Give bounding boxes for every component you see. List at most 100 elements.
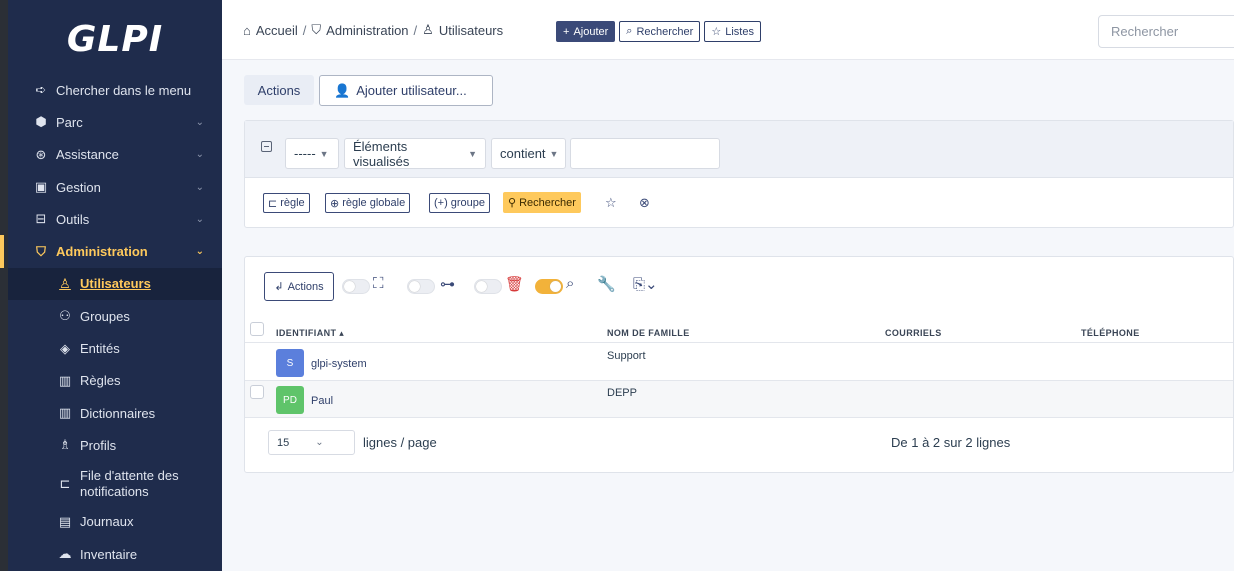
sidebar-subitem-groupes[interactable]: ⚇ Groupes: [8, 300, 222, 332]
criterion-value-input[interactable]: [570, 138, 720, 169]
wrench-icon[interactable]: 🔧: [597, 275, 616, 293]
link-value: -----: [294, 146, 316, 161]
sidebar-item-label: Profils: [80, 437, 117, 453]
sidebar-subitem-journaux[interactable]: ▤ Journaux: [8, 506, 222, 538]
column-header-lastname[interactable]: NOM DE FAMILLE: [607, 328, 690, 338]
criterion-field-select[interactable]: Éléments visualisés ▼: [344, 138, 486, 169]
map-icon: ⛶: [373, 275, 384, 292]
sidebar-item-label: Administration: [56, 244, 148, 260]
users-icon: ⚇: [59, 308, 71, 324]
user-check-icon: ♗: [59, 437, 71, 453]
operator-value: contient: [500, 146, 546, 161]
sidebar-subitem-notification-queue[interactable]: ⊏ File d'attente des notifications: [8, 462, 222, 506]
add-user-button[interactable]: 👤 Ajouter utilisateur...: [319, 75, 493, 106]
trash-icon: 🗑: [505, 276, 525, 293]
sidebar-item-search-menu[interactable]: ➪ Chercher dans le menu: [8, 74, 222, 106]
breadcrumb-users[interactable]: Utilisateurs: [439, 23, 503, 38]
table-row: PD Paul DEPP: [245, 381, 1233, 418]
global-search-input[interactable]: Rechercher: [1098, 15, 1234, 48]
column-header-phone[interactable]: TÉLÉPHONE: [1081, 328, 1140, 338]
lists-button[interactable]: ☆ Listes: [704, 21, 761, 42]
add-group-button[interactable]: (+) groupe: [429, 193, 491, 213]
sidebar-item-label: Règles: [80, 373, 121, 389]
sidebar-subitem-profils[interactable]: ♗ Profils: [8, 429, 222, 461]
reset-search-icon[interactable]: ⊗: [639, 195, 650, 211]
sidebar-subitem-inventaire[interactable]: ☁ Inventaire: [8, 538, 222, 570]
shield-icon: ⛉: [311, 22, 322, 37]
sidebar-menu: ➪ Chercher dans le menu ⬢ Parc ⌄ ⊛ Assis…: [0, 74, 222, 570]
row-checkbox[interactable]: [250, 385, 264, 399]
select-all-checkbox[interactable]: [250, 322, 264, 336]
rule-label: règle: [280, 197, 305, 209]
briefcase-icon: ⊟: [35, 211, 47, 227]
sidebar-item-assistance[interactable]: ⊛ Assistance ⌄: [8, 139, 222, 171]
news-icon: ▤: [58, 513, 72, 529]
breadcrumb-separator: /: [413, 22, 418, 38]
search-criteria-panel: ----- ▼ Éléments visualisés ▼ contient ▼…: [244, 120, 1234, 228]
chevron-down-icon: ⌄: [195, 116, 204, 128]
sidebar-item-parc[interactable]: ⬢ Parc ⌄: [8, 106, 222, 138]
actions-tab[interactable]: Actions: [244, 75, 314, 105]
sidebar-item-gestion[interactable]: ▣ Gestion ⌄: [8, 171, 222, 203]
chevron-down-icon: ⌄: [315, 437, 324, 448]
search-icon: ⌕: [566, 275, 575, 292]
sidebar-edge: [0, 0, 8, 571]
sidebar-item-label: Entités: [80, 341, 120, 357]
sidebar-subitem-entites[interactable]: ◈ Entités: [8, 332, 222, 364]
glpi-logo[interactable]: GLPI: [8, 0, 222, 78]
criterion-link-select[interactable]: ----- ▼: [285, 138, 339, 169]
plus-circle-icon: ⊕: [330, 197, 340, 210]
add-button[interactable]: + Ajouter: [556, 21, 616, 42]
wallet-icon: ▣: [34, 179, 48, 195]
sidebar-item-outils[interactable]: ⊟ Outils ⌄: [8, 203, 222, 235]
sidebar-subitem-dictionnaires[interactable]: ▥ Dictionnaires: [8, 397, 222, 429]
user-login-link[interactable]: Paul: [311, 395, 333, 407]
tree-icon: ⊶: [440, 276, 455, 293]
caret-down-icon: ▼: [549, 148, 559, 159]
arrow-right-icon: ➪: [35, 82, 47, 98]
user-login-link[interactable]: glpi-system: [311, 358, 367, 370]
sidebar-item-label: Assistance: [56, 147, 119, 163]
package-icon: ⬢: [35, 114, 47, 130]
plus-icon: +: [563, 25, 570, 38]
per-page-label: lignes / page: [363, 435, 437, 450]
toggle-trash[interactable]: [474, 279, 502, 294]
sidebar-item-label: Chercher dans le menu: [56, 82, 192, 98]
submit-search-button[interactable]: ⚲ Rechercher: [503, 192, 581, 213]
remove-criterion-icon[interactable]: [261, 141, 272, 152]
search-icon: ⌕: [626, 25, 633, 37]
book-icon: ▥: [58, 372, 72, 388]
sidebar-item-administration[interactable]: ⛉ Administration ⌄: [0, 235, 222, 269]
toggle-tree[interactable]: [407, 279, 435, 294]
massive-actions-button[interactable]: ↲ Actions: [264, 272, 334, 301]
export-file-icon[interactable]: ⎘⌄: [633, 275, 658, 293]
chevron-down-icon: ⌄: [195, 246, 204, 258]
toggle-map[interactable]: [342, 279, 370, 294]
breadcrumb-administration[interactable]: Administration: [326, 23, 408, 38]
star-icon: ☆: [711, 26, 722, 38]
caret-down-icon: ▼: [468, 148, 477, 159]
page-size-value: 15: [277, 436, 290, 449]
sidebar-subitem-regles[interactable]: ▥ Règles: [8, 365, 222, 397]
search-button[interactable]: ⌕ Rechercher: [619, 21, 701, 42]
column-header-login[interactable]: IDENTIFIANT ▴: [276, 328, 344, 339]
criterion-operator-select[interactable]: contient ▼: [491, 138, 566, 169]
lifebuoy-icon: ⊛: [35, 146, 47, 162]
breadcrumb-home[interactable]: Accueil: [256, 23, 298, 38]
column-header-emails[interactable]: COURRIELS: [885, 328, 942, 338]
criteria-row: ----- ▼ Éléments visualisés ▼ contient ▼: [245, 121, 1233, 178]
page-size-select[interactable]: 15 ⌄: [268, 430, 355, 455]
toggle-search-filter[interactable]: [535, 279, 563, 294]
add-global-rule-button[interactable]: ⊕ règle globale: [325, 193, 411, 213]
add-rule-button[interactable]: ⊏ règle: [263, 193, 310, 213]
save-search-star-icon[interactable]: ☆: [605, 195, 617, 211]
breadcrumb-separator: /: [302, 22, 307, 38]
sidebar-item-label: Gestion: [56, 179, 101, 195]
sidebar-subitem-utilisateurs[interactable]: ♙ Utilisateurs: [8, 267, 222, 301]
chevron-down-icon: ⌄: [195, 181, 204, 193]
user-icon: ♙: [422, 22, 434, 37]
user-lastname: DEPP: [607, 387, 637, 399]
sidebar-item-label: Dictionnaires: [80, 405, 156, 421]
field-value: Éléments visualisés: [353, 138, 410, 169]
sidebar-item-label: Utilisateurs: [80, 276, 151, 292]
